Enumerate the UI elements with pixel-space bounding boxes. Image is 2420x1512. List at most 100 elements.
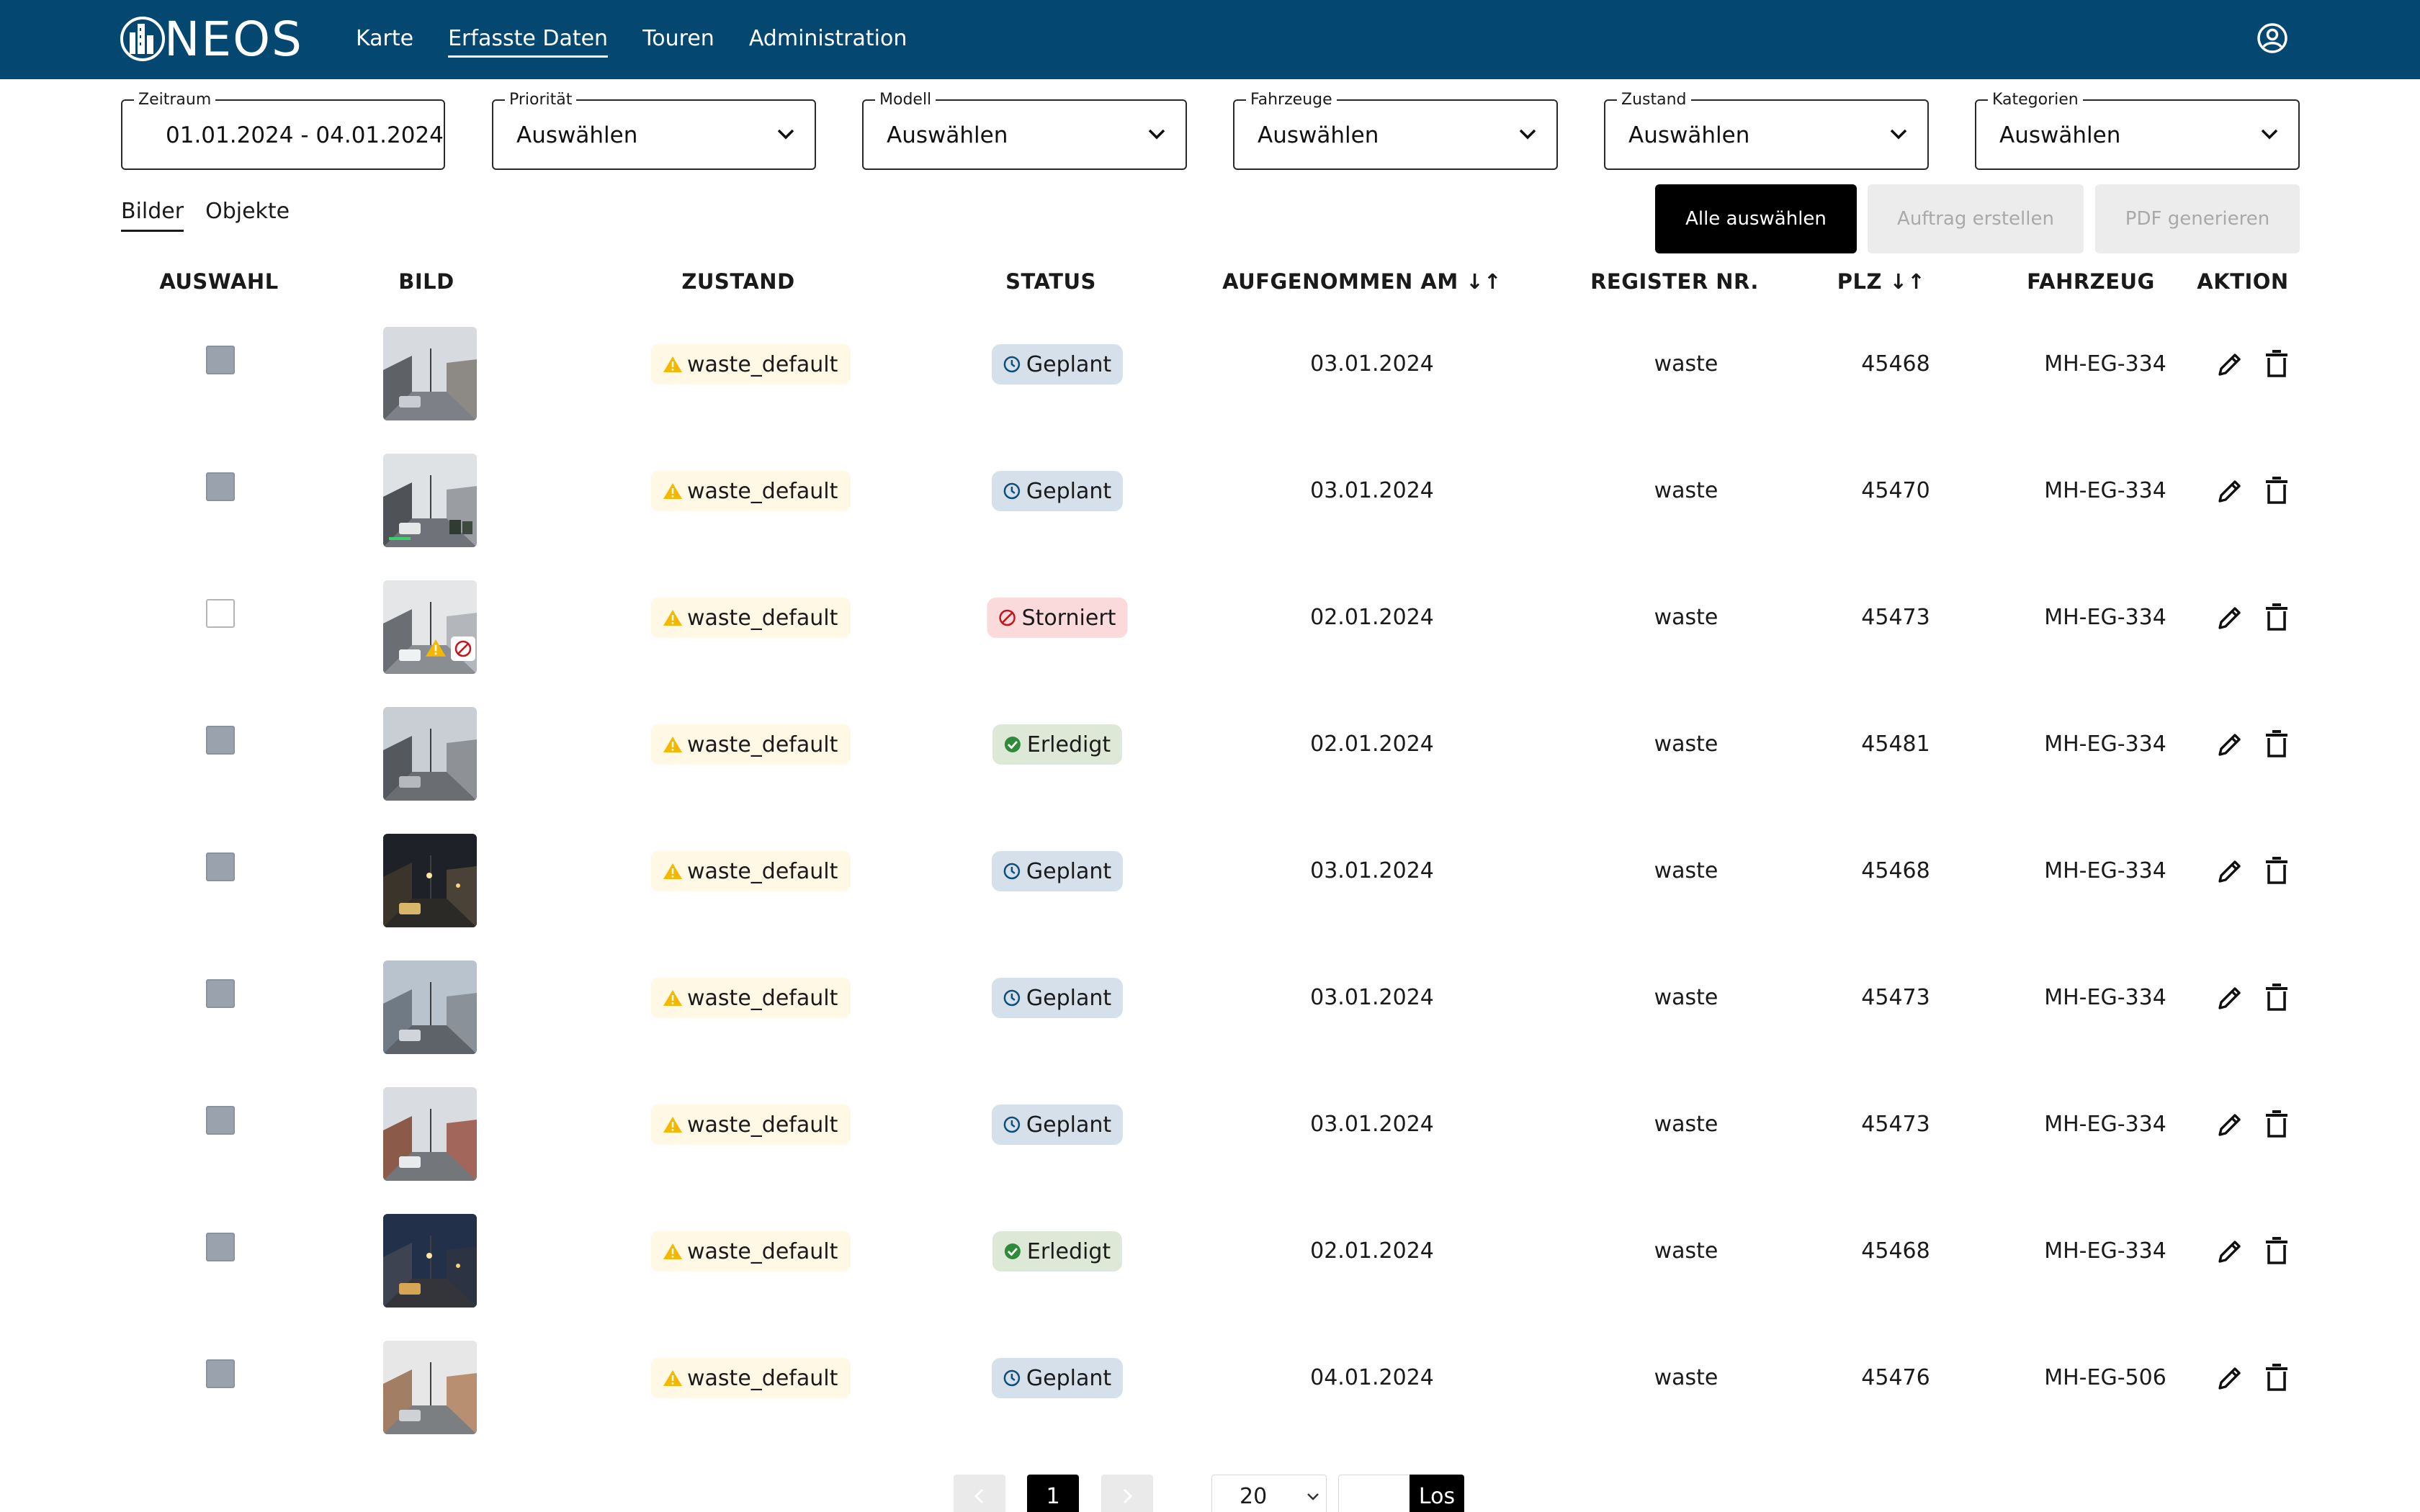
capture-thumbnail[interactable] [383, 1087, 477, 1181]
register-nr: waste [1654, 1238, 1718, 1264]
capture-thumbnail[interactable] [383, 960, 477, 1054]
edit-pencil-icon[interactable] [2215, 603, 2244, 632]
filter-zeitraum[interactable]: Zeitraum 01.01.2024 - 04.01.2024 [121, 91, 445, 170]
delete-trash-icon[interactable] [2264, 348, 2289, 379]
tab-objekte[interactable]: Objekte [205, 199, 290, 232]
table-row: waste_default Geplant 03.01.2024 waste 45473… [0, 948, 2420, 1074]
nav-karte[interactable]: Karte [356, 26, 413, 54]
filter-prioritaet[interactable]: Priorität Auswählen [492, 91, 816, 170]
plz: 45473 [1861, 605, 1930, 630]
warning-icon [663, 483, 682, 499]
captured-date: 03.01.2024 [1310, 985, 1434, 1010]
status-label: Geplant [1026, 478, 1112, 504]
create-order-button[interactable]: Auftrag erstellen [1868, 184, 2084, 253]
capture-thumbnail[interactable] [383, 580, 477, 674]
column-header-bild: BILD [398, 269, 454, 294]
zustand-badge: waste_default [651, 598, 851, 638]
page-jump-input[interactable] [1338, 1475, 1410, 1512]
zustand-badge: waste_default [651, 471, 851, 511]
plz: 45476 [1861, 1365, 1930, 1390]
capture-thumbnail[interactable] [383, 834, 477, 927]
captured-date: 04.01.2024 [1310, 1365, 1434, 1390]
delete-trash-icon[interactable] [2264, 602, 2289, 632]
column-header-aufgenommen-am[interactable]: AUFGENOMMEN AM ↓↑ [1222, 269, 1502, 294]
tab-bilder[interactable]: Bilder [121, 199, 184, 232]
filter-kategorien[interactable]: Kategorien Auswählen [1975, 91, 2300, 170]
row-select-checkbox[interactable] [206, 979, 235, 1008]
capture-thumbnail[interactable] [383, 327, 477, 420]
generate-pdf-button[interactable]: PDF generieren [2095, 184, 2300, 253]
select-all-button[interactable]: Alle auswählen [1655, 184, 1857, 253]
zustand-badge: waste_default [651, 1231, 851, 1272]
column-header-plz[interactable]: PLZ ↓↑ [1837, 269, 1925, 294]
row-select-checkbox[interactable] [206, 346, 235, 374]
table-row: waste_default Erledigt 02.01.2024 waste 4546… [0, 1201, 2420, 1328]
nav-touren[interactable]: Touren [642, 26, 714, 54]
warning-icon [663, 863, 682, 879]
edit-pencil-icon[interactable] [2215, 984, 2244, 1012]
capture-thumbnail[interactable] [383, 1341, 477, 1434]
edit-pencil-icon[interactable] [2215, 477, 2244, 505]
status-badge: Storniert [987, 598, 1128, 638]
delete-trash-icon[interactable] [2264, 475, 2289, 505]
warning-icon [663, 1370, 682, 1386]
filter-modell[interactable]: Modell Auswählen [862, 91, 1187, 170]
chevron-down-icon [2261, 129, 2278, 140]
account-circle-icon[interactable] [2256, 22, 2289, 55]
zustand-label: waste_default [687, 732, 838, 757]
edit-pencil-icon[interactable] [2215, 857, 2244, 886]
edit-pencil-icon[interactable] [2215, 1110, 2244, 1139]
delete-trash-icon[interactable] [2264, 855, 2289, 886]
register-nr: waste [1654, 1112, 1718, 1137]
edit-pencil-icon[interactable] [2215, 1237, 2244, 1266]
row-select-checkbox[interactable] [206, 599, 235, 628]
column-header-zustand: ZUSTAND [681, 269, 795, 294]
edit-pencil-icon[interactable] [2215, 730, 2244, 759]
clock-icon [1003, 356, 1021, 373]
column-header-aktion: AKTION [2197, 269, 2289, 294]
filter-zustand[interactable]: Zustand Auswählen [1604, 91, 1929, 170]
status-label: Geplant [1026, 351, 1112, 377]
capture-thumbnail[interactable] [383, 1214, 477, 1308]
vehicle: MH-EG-334 [2044, 1112, 2166, 1137]
vehicle: MH-EG-334 [2044, 478, 2166, 503]
row-select-checkbox[interactable] [206, 726, 235, 755]
capture-thumbnail[interactable] [383, 454, 477, 547]
row-select-checkbox[interactable] [206, 852, 235, 881]
zustand-label: waste_default [687, 478, 838, 504]
captured-date: 03.01.2024 [1310, 1112, 1434, 1137]
filter-label: Kategorien [1988, 91, 2083, 109]
nav-erfasste-daten[interactable]: Erfasste Daten [448, 26, 609, 58]
table-row: waste_default Storniert 02.01.2024 waste 454… [0, 567, 2420, 694]
neos-logo[interactable]: NEOS [120, 10, 303, 68]
plz: 45473 [1861, 985, 1930, 1010]
delete-trash-icon[interactable] [2264, 982, 2289, 1012]
pagination-next-button[interactable] [1101, 1475, 1153, 1512]
column-header-status: STATUS [1005, 269, 1096, 294]
pagination-prev-button[interactable] [954, 1475, 1005, 1512]
nav-administration[interactable]: Administration [749, 26, 908, 54]
row-select-checkbox[interactable] [206, 1359, 235, 1388]
delete-trash-icon[interactable] [2264, 729, 2289, 759]
row-select-checkbox[interactable] [206, 1106, 235, 1135]
row-select-checkbox[interactable] [206, 472, 235, 501]
delete-trash-icon[interactable] [2264, 1109, 2289, 1139]
column-header-fahrzeug: FAHRZEUG [2027, 269, 2155, 294]
status-badge: Geplant [991, 1358, 1124, 1398]
delete-trash-icon[interactable] [2264, 1362, 2289, 1392]
edit-pencil-icon[interactable] [2215, 1364, 2244, 1392]
row-select-checkbox[interactable] [206, 1233, 235, 1261]
captured-date: 02.01.2024 [1310, 605, 1434, 630]
delete-trash-icon[interactable] [2264, 1236, 2289, 1266]
page-jump-go-button[interactable]: Los [1410, 1475, 1464, 1512]
chevron-down-icon [1307, 1493, 1319, 1500]
zustand-label: waste_default [687, 351, 838, 377]
chevron-down-icon [1519, 129, 1536, 140]
edit-pencil-icon[interactable] [2215, 350, 2244, 379]
filter-value: Auswählen [1999, 122, 2121, 148]
pagination-page-button[interactable]: 1 [1027, 1475, 1079, 1512]
page-size-select[interactable]: 20 [1211, 1475, 1327, 1512]
capture-thumbnail[interactable] [383, 707, 477, 801]
filter-fahrzeuge[interactable]: Fahrzeuge Auswählen [1233, 91, 1558, 170]
logo-building-icon [120, 17, 165, 61]
